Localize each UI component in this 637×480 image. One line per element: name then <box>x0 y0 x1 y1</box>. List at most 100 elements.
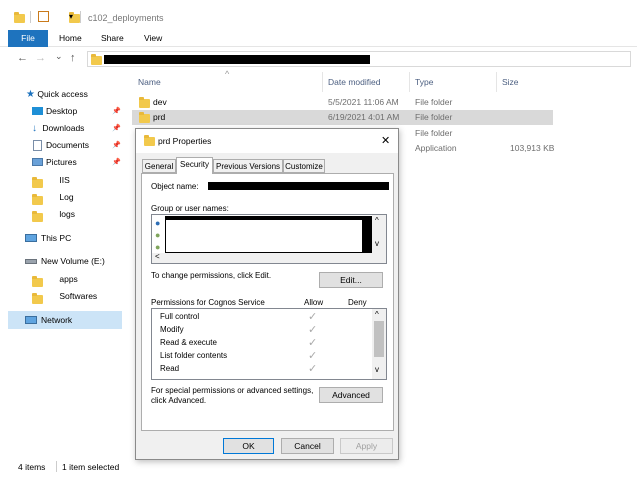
sidebar-item-downloads[interactable]: ↓ Downloads <box>32 120 84 136</box>
list-item[interactable]: prd 6/19/2021 4:01 AM File folder <box>132 110 553 125</box>
dialog-title-bar[interactable]: prd Properties ✕ <box>136 129 398 153</box>
pin-icon[interactable]: 📌 <box>112 107 121 115</box>
special-permissions-text: For special permissions or advanced sett… <box>151 386 314 395</box>
scroll-down-icon[interactable]: v <box>375 239 379 248</box>
horizontal-scrollbar[interactable]: < <box>152 252 386 263</box>
advanced-button[interactable]: Advanced <box>319 387 383 403</box>
sidebar-item-pictures[interactable]: Pictures <box>32 154 77 170</box>
download-icon: ↓ <box>32 123 37 134</box>
permission-full-control: Full control <box>160 312 200 321</box>
sidebar-item-label: Downloads <box>42 123 85 133</box>
sidebar-item-apps[interactable]: apps <box>32 271 78 287</box>
documents-icon <box>33 140 42 151</box>
list-item[interactable]: dev 5/5/2021 11:06 AM File folder <box>132 95 553 110</box>
window-title: c102_deployments <box>88 13 164 23</box>
group-users-label: Group or user names: <box>151 204 229 213</box>
sidebar-item-iis[interactable]: IIS <box>32 172 70 188</box>
column-divider[interactable] <box>496 72 497 92</box>
close-icon[interactable]: ✕ <box>381 134 390 147</box>
sidebar-item-this-pc[interactable]: This PC <box>25 230 71 246</box>
sidebar-item-network[interactable]: Network <box>8 311 122 329</box>
sidebar-item-label: logs <box>59 209 75 219</box>
sidebar-item-label: This PC <box>41 233 72 243</box>
checkmark-icon: ✓ <box>308 350 318 362</box>
network-icon <box>25 316 37 324</box>
security-panel: Object name: Group or user names: ● ● ● … <box>141 173 394 431</box>
address-row: ← → ⌄ ↑ <box>0 48 637 70</box>
back-icon[interactable]: ← <box>17 52 28 64</box>
column-header-type[interactable]: Type <box>415 77 433 87</box>
drive-icon <box>25 259 37 264</box>
column-divider[interactable] <box>322 72 323 92</box>
tab-security[interactable]: Security <box>176 157 213 174</box>
item-count: 4 items <box>18 462 46 472</box>
edit-button[interactable]: Edit... <box>319 272 383 288</box>
sidebar-item-desktop[interactable]: Desktop <box>32 103 77 119</box>
properties-dialog: prd Properties ✕ General Security Previo… <box>135 128 399 460</box>
scroll-up-icon[interactable]: ^ <box>375 310 379 319</box>
sidebar-item-softwares[interactable]: Softwares <box>32 288 97 304</box>
pin-icon[interactable]: 📌 <box>112 124 121 132</box>
scroll-left-icon[interactable]: < <box>155 252 160 261</box>
permission-list-folder-contents: List folder contents <box>160 351 228 360</box>
tab-customize[interactable]: Customize <box>283 159 325 173</box>
group-users-list[interactable]: ● ● ● ^ v < <box>151 214 387 264</box>
column-header-name[interactable]: Name <box>138 77 161 87</box>
tab-file[interactable]: File <box>8 30 48 47</box>
sidebar-item-new-volume[interactable]: New Volume (E:) <box>25 253 105 269</box>
quick-access-dropdown-icon[interactable]: ▾ <box>69 12 73 21</box>
file-type: File folder <box>415 112 453 122</box>
file-name: dev <box>153 97 167 107</box>
sidebar-item-label: Documents <box>46 140 89 150</box>
sidebar-item-documents[interactable]: Documents <box>32 137 89 153</box>
vertical-scrollbar[interactable]: ^ v <box>372 215 386 253</box>
sidebar-item-log[interactable]: Log <box>32 189 74 205</box>
star-icon: ★ <box>26 89 35 100</box>
sidebar-item-label: IIS <box>59 175 70 185</box>
divider <box>56 461 57 472</box>
title-bar: ▾ c102_deployments <box>0 0 637 30</box>
checkmark-icon: ✓ <box>308 363 318 375</box>
tab-previous-versions[interactable]: Previous Versions <box>213 159 283 173</box>
file-date: 5/5/2021 11:06 AM <box>328 97 399 107</box>
scroll-down-icon[interactable]: v <box>375 365 379 374</box>
sidebar-item-label: Log <box>59 192 74 202</box>
permissions-header: Permissions for Cognos Service <box>151 298 265 307</box>
change-permissions-text: To change permissions, click Edit. <box>151 271 272 280</box>
scroll-up-icon[interactable]: ^ <box>375 216 379 225</box>
object-name-label: Object name: <box>151 182 199 191</box>
address-bar[interactable] <box>87 51 631 67</box>
column-header-date[interactable]: Date modified <box>328 77 380 87</box>
sidebar-item-label: Softwares <box>59 291 98 301</box>
folder-icon <box>32 276 43 287</box>
properties-icon[interactable] <box>38 11 49 22</box>
pin-icon[interactable]: 📌 <box>112 158 121 166</box>
apply-button[interactable]: Apply <box>340 438 393 454</box>
sidebar-item-logs[interactable]: logs <box>32 206 75 222</box>
scrollbar-thumb[interactable] <box>374 321 384 357</box>
forward-icon[interactable]: → <box>35 52 46 64</box>
selection-count: 1 item selected <box>62 462 120 472</box>
sidebar-item-quick-access[interactable]: ★ Quick access <box>26 86 88 102</box>
up-icon[interactable]: ↑ <box>70 52 76 64</box>
column-divider[interactable] <box>409 72 410 92</box>
tab-share[interactable]: Share <box>93 30 132 47</box>
sidebar-item-label: Pictures <box>46 157 77 167</box>
folder-icon <box>32 211 43 222</box>
column-header-size[interactable]: Size <box>502 77 519 87</box>
vertical-scrollbar[interactable]: ^ v <box>372 309 386 379</box>
group-icon: ● <box>155 242 161 252</box>
file-type: File folder <box>415 128 453 138</box>
checkmark-icon: ✓ <box>308 311 318 323</box>
ok-button[interactable]: OK <box>223 438 274 454</box>
pin-icon[interactable]: 📌 <box>112 141 121 149</box>
permission-modify: Modify <box>160 325 184 334</box>
recent-locations-icon[interactable]: ⌄ <box>55 51 63 62</box>
tab-home[interactable]: Home <box>51 30 90 47</box>
status-bar: 4 items 1 item selected <box>0 458 637 478</box>
folder-icon <box>32 194 43 205</box>
tab-view[interactable]: View <box>136 30 170 47</box>
desktop-icon <box>32 107 43 115</box>
cancel-button[interactable]: Cancel <box>281 438 334 454</box>
tab-general[interactable]: General <box>142 159 176 173</box>
